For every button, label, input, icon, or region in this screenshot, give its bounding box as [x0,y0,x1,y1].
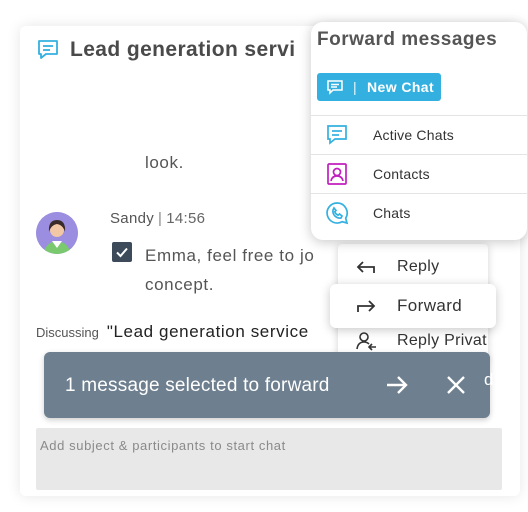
arrow-right-icon [387,376,408,394]
close-icon [447,376,465,394]
discussing-line: Discussing "Lead generation service [36,322,309,342]
reply-label: Reply [397,258,440,275]
forward-target-label: Active Chats [373,127,454,143]
contact-card-icon [324,161,350,187]
forward-target-contacts[interactable]: Contacts [311,154,527,193]
forward-selection-bar: 1 message selected to forward [44,352,490,418]
person-reply-icon [355,330,377,352]
phone-bubble-icon [324,200,350,226]
forward-arrow-button[interactable] [384,372,410,398]
forward-label: Forward [397,296,463,315]
forward-target-label: Contacts [373,166,430,182]
chat-title: Lead generation servi [70,38,296,61]
forward-messages-popup: Forward messages | New Chat Active Chats [311,22,527,240]
chat-bubble-icon [36,38,60,62]
chat-header: Lead generation servi [36,38,295,62]
discussing-topic: "Lead generation service [106,322,309,341]
new-chat-button[interactable]: | New Chat [317,73,441,101]
sender-name: Sandy [110,210,155,227]
message-meta: Sandy | 14:56 [110,210,206,227]
forward-target-chats[interactable]: Chats [311,193,527,232]
reply-private-label: Reply Privat [397,332,487,349]
avatar [36,212,78,254]
new-chat-label: New Chat [367,79,435,95]
subject-participants-input[interactable] [36,428,502,490]
obscured-text-fragment: d [484,370,494,389]
message-time: 14:56 [166,210,206,227]
chat-bubble-icon [324,122,350,148]
chat-bubble-icon [326,79,344,95]
forward-icon [355,295,377,317]
forward-target-list: Active Chats Contacts Chats [311,115,527,232]
previous-message-text: look. [145,153,184,172]
forward-menu-item[interactable]: Forward [330,284,496,328]
message-select-checkbox[interactable] [112,242,132,262]
reply-icon [355,256,377,278]
forward-popup-title: Forward messages [317,29,498,50]
check-icon [116,247,128,258]
forward-target-label: Chats [373,205,411,221]
close-selection-button[interactable] [444,373,468,397]
forward-target-active-chats[interactable]: Active Chats [311,115,527,154]
selection-count-text: 1 message selected to forward [65,375,330,396]
reply-menu-item[interactable]: Reply [338,250,488,284]
discussing-label: Discussing [36,325,99,340]
